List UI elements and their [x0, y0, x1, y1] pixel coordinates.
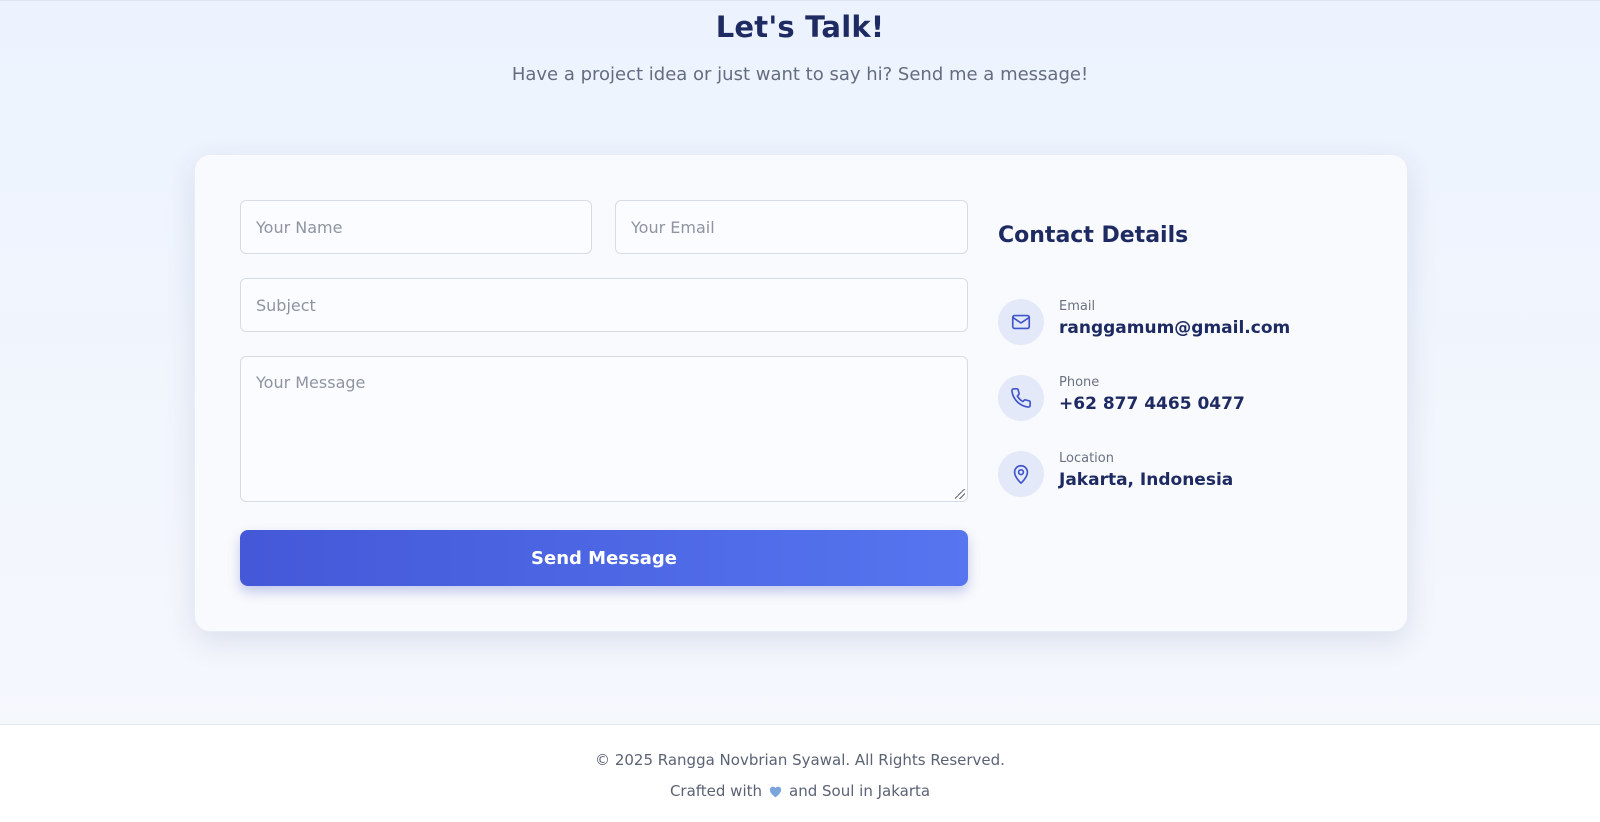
copyright-text: © 2025 Rangga Novbrian Syawal. All Right… [595, 751, 1005, 769]
subject-input[interactable]: Subject [240, 278, 968, 332]
crafted-suffix: and Soul in Jakarta [789, 782, 931, 800]
message-placeholder: Your Message [256, 373, 366, 392]
page-title: Let's Talk! [715, 10, 885, 44]
page-subtitle: Have a project idea or just want to say … [511, 64, 1089, 85]
email-placeholder: Your Email [631, 217, 715, 237]
message-textarea[interactable]: Your Message [240, 356, 968, 502]
email-label: Email [1059, 299, 1096, 314]
location-value: Jakarta, Indonesia [1059, 470, 1234, 490]
contact-item-email: Email ranggamum@gmail.com [998, 299, 1378, 347]
contact-details-title: Contact Details [998, 223, 1189, 248]
location-pin-icon [998, 451, 1044, 497]
mail-icon [998, 299, 1044, 345]
footer: © 2025 Rangga Novbrian Syawal. All Right… [0, 724, 1600, 822]
phone-label: Phone [1059, 375, 1100, 390]
heart-icon [768, 784, 783, 802]
name-placeholder: Your Name [256, 217, 343, 237]
contact-header: Let's Talk! Have a project idea or just … [0, 0, 1600, 85]
contact-card: Your Name Your Email Subject Your Messag… [194, 154, 1408, 632]
name-input[interactable]: Your Name [240, 200, 592, 254]
location-label: Location [1059, 451, 1114, 466]
phone-icon [998, 375, 1044, 421]
email-input[interactable]: Your Email [615, 200, 968, 254]
contact-item-phone: Phone +62 877 4465 0477 [998, 375, 1378, 423]
crafted-prefix: Crafted with [669, 782, 763, 800]
subject-placeholder: Subject [256, 295, 316, 315]
send-message-button[interactable]: Send Message [240, 530, 968, 586]
crafted-line: Crafted with and Soul in Jakarta [0, 782, 1600, 802]
email-value[interactable]: ranggamum@gmail.com [1059, 318, 1290, 338]
contact-item-location: Location Jakarta, Indonesia [998, 451, 1378, 499]
resize-handle-icon[interactable] [955, 489, 965, 499]
phone-value[interactable]: +62 877 4465 0477 [1059, 394, 1245, 414]
